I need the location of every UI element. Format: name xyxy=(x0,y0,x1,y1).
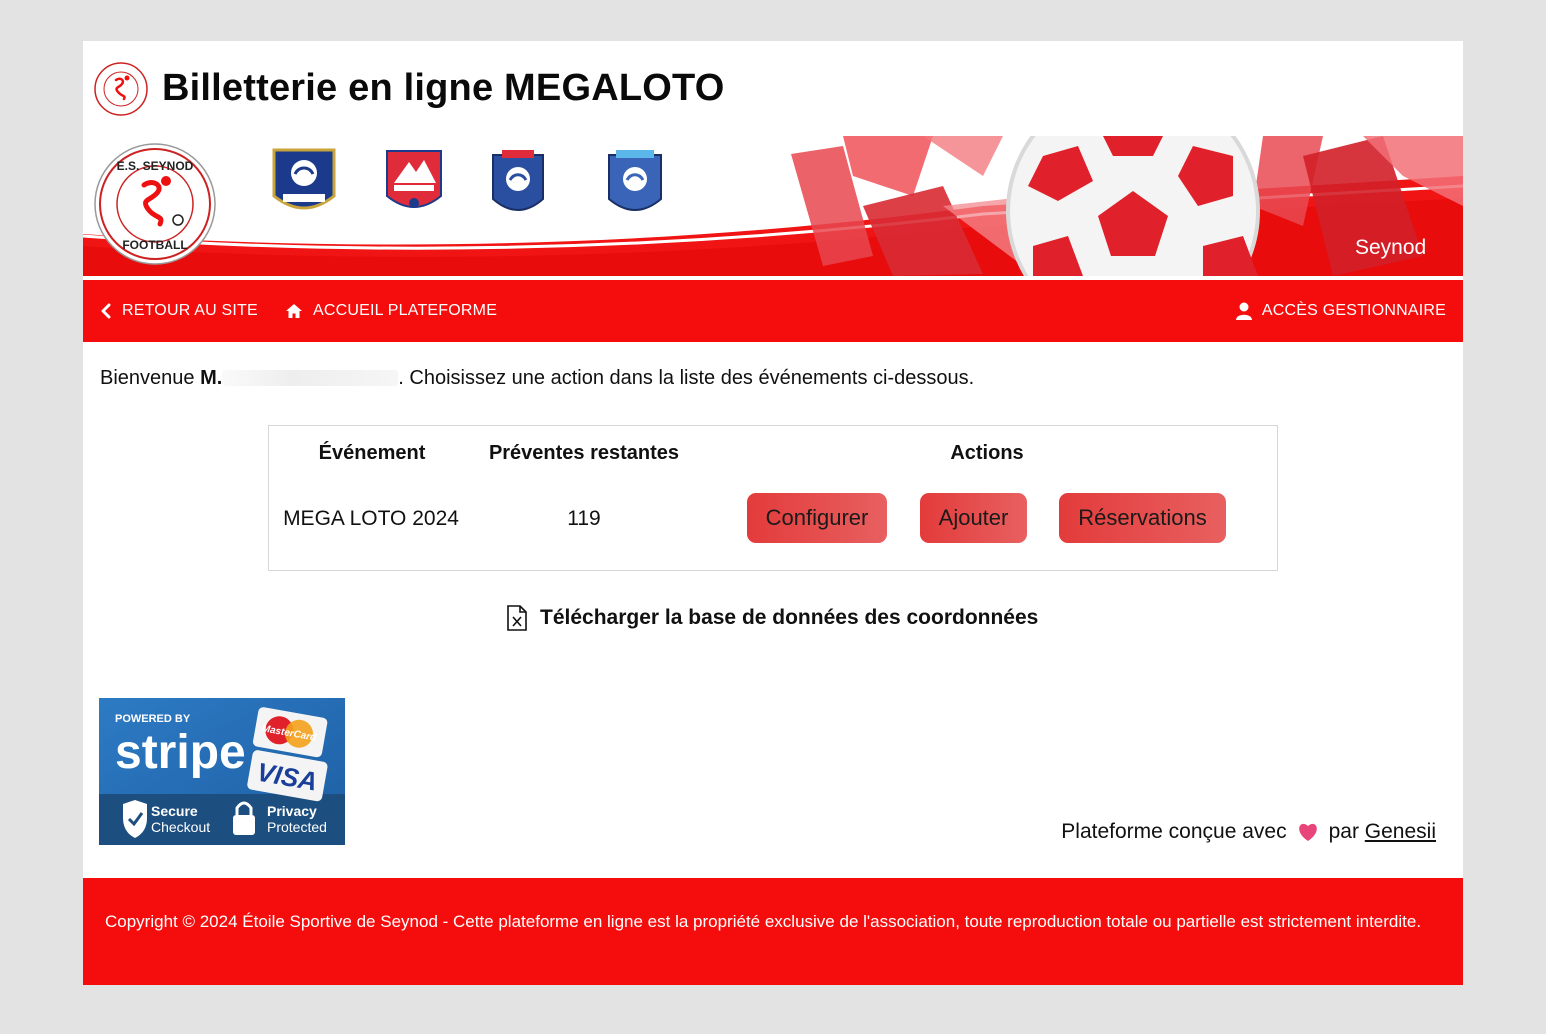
header: Billetterie en ligne MEGALOTO xyxy=(83,41,1463,136)
nav-admin-label: ACCÈS GESTIONNAIRE xyxy=(1261,302,1446,319)
navbar: RETOUR AU SITE ACCUEIL PLATEFORME ACCÈS … xyxy=(83,280,1463,342)
club-logo-text-top: E.S. SEYNOD xyxy=(117,159,194,173)
secure-label-1: Secure xyxy=(151,803,198,819)
column-header-remaining: Préventes restantes xyxy=(488,442,680,464)
city-brand: Seynod xyxy=(1355,236,1426,260)
configure-button[interactable]: Configurer xyxy=(747,493,887,543)
welcome-message: Bienvenue M. . Choisissez une action dans… xyxy=(100,367,974,390)
city-brand-name: Seynod xyxy=(1355,236,1427,259)
district-logo-1 xyxy=(492,150,544,211)
heart-icon xyxy=(1298,823,1317,841)
club-logo-large: E.S. SEYNOD FOOTBALL xyxy=(94,143,216,265)
welcome-user-name: M. xyxy=(200,367,223,389)
redacted-name xyxy=(222,370,399,386)
stripe-brand: stripe xyxy=(115,726,246,779)
download-contacts-link[interactable]: Télécharger la base de données des coord… xyxy=(506,605,1038,631)
district-logo-2 xyxy=(608,150,662,211)
privacy-label-1: Privacy xyxy=(267,803,317,819)
nav-admin-access[interactable]: ACCÈS GESTIONNAIRE xyxy=(1235,280,1446,342)
privacy-label-2: Protected xyxy=(267,819,327,835)
user-icon xyxy=(1235,302,1252,320)
genesii-link[interactable]: Genesii xyxy=(1365,820,1436,844)
stripe-badge: POWERED BY stripe MasterCard VISA Secure… xyxy=(99,698,345,845)
download-label: Télécharger la base de données des coord… xyxy=(540,606,1039,629)
excel-file-icon xyxy=(507,605,527,631)
event-name: MEGA LOTO 2024 xyxy=(283,507,459,530)
events-table: Événement Préventes restantes Actions ME… xyxy=(268,425,1278,571)
home-icon xyxy=(286,304,302,318)
column-header-actions: Actions xyxy=(950,442,1024,464)
reservations-button[interactable]: Réservations xyxy=(1059,493,1226,543)
banner: E.S. SEYNOD FOOTBALL Seynod xyxy=(83,136,1463,276)
nav-back-to-site[interactable]: RETOUR AU SITE xyxy=(100,280,258,342)
chevron-left-icon xyxy=(101,303,111,319)
welcome-prefix: Bienvenue xyxy=(100,367,201,389)
league-logo xyxy=(386,150,442,208)
secure-label-2: Checkout xyxy=(151,819,210,835)
stripe-powered-by: POWERED BY xyxy=(115,713,191,725)
footer-copyright: Copyright © 2024 Étoile Sportive de Seyn… xyxy=(105,912,1422,931)
column-header-event: Événement xyxy=(318,442,426,464)
welcome-suffix: . Choisissez une action dans la liste de… xyxy=(398,367,975,389)
page-container: Billetterie en ligne MEGALOTO E.S. SEYNO… xyxy=(83,41,1463,985)
credits-middle: par xyxy=(1328,820,1359,843)
nav-home-platform[interactable]: ACCUEIL PLATEFORME xyxy=(285,280,497,342)
credits: Plateforme conçue avec par Genesii xyxy=(1061,820,1436,844)
credits-prefix: Plateforme conçue avec xyxy=(1061,820,1287,843)
nav-back-label: RETOUR AU SITE xyxy=(122,302,258,319)
add-button[interactable]: Ajouter xyxy=(920,493,1027,543)
page-title: Billetterie en ligne MEGALOTO xyxy=(162,67,725,109)
nav-home-label: ACCUEIL PLATEFORME xyxy=(313,302,498,319)
footer: Copyright © 2024 Étoile Sportive de Seyn… xyxy=(83,878,1463,985)
remaining-presales: 119 xyxy=(567,507,601,530)
fff-logo xyxy=(272,148,336,210)
club-logo-text-bottom: FOOTBALL xyxy=(122,238,187,252)
club-logo-small[interactable] xyxy=(94,62,148,116)
